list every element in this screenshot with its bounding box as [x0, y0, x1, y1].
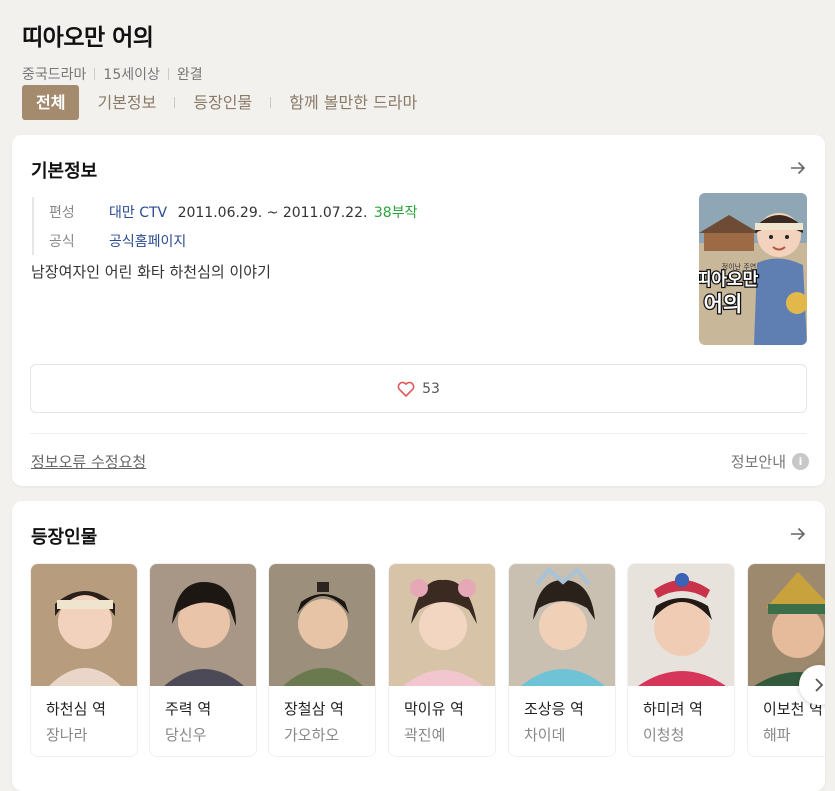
broadcast-value: 대만 CTV 2011.06.29. ~ 2011.07.22. 38부작 — [109, 202, 417, 222]
character-role: 주력 역 — [165, 700, 212, 718]
heart-icon — [397, 381, 415, 397]
arrow-right-icon[interactable] — [789, 159, 807, 177]
poster-text-main1: 띠아오만 — [699, 270, 759, 290]
character-role: 조상응 역 — [524, 700, 584, 718]
tab-characters[interactable]: 등장인물 — [187, 85, 258, 120]
character-role: 막이유 역 — [404, 700, 464, 718]
genre-text: 중국드라마 — [22, 67, 87, 83]
character-photo — [628, 564, 734, 686]
character-photo — [389, 564, 495, 686]
meta-separator — [94, 68, 96, 80]
tab-separator — [270, 97, 272, 108]
character-actor: 곽진예 — [404, 726, 446, 744]
character-card[interactable]: 이보천 역 해파 — [747, 563, 825, 757]
tab-separator — [174, 97, 176, 108]
character-photo — [509, 564, 615, 686]
poster-text-main2: 어의 — [704, 292, 743, 316]
page-title: 띠아오만 어의 — [22, 25, 154, 51]
characters-card: 등장인물 하천심 역 장나라 주력 역 당신우 장철삼 역 가오하오 막이유 역… — [12, 501, 825, 791]
character-actor: 이청청 — [643, 726, 685, 744]
meta-separator — [167, 68, 169, 80]
drama-poster[interactable]: 정이난 주연 띠아오만 어의 — [699, 193, 807, 345]
character-photo — [150, 564, 256, 686]
info-icon: i — [792, 453, 809, 470]
character-actor: 장나라 — [46, 726, 88, 744]
chevron-right-icon — [815, 678, 824, 692]
character-card[interactable]: 막이유 역 곽진예 — [388, 563, 496, 757]
character-card[interactable]: 하천심 역 장나라 — [30, 563, 138, 757]
character-card[interactable]: 주력 역 당신우 — [149, 563, 257, 757]
tab-all[interactable]: 전체 — [22, 85, 80, 120]
character-actor: 가오하오 — [284, 726, 340, 744]
arrow-right-icon[interactable] — [789, 525, 807, 543]
drama-description: 남장여자인 어린 화타 하천심의 이야기 — [31, 263, 271, 281]
character-card[interactable]: 하미려 역 이청청 — [627, 563, 735, 757]
characters-title: 등장인물 — [31, 527, 98, 548]
official-label: 공식 — [49, 233, 75, 250]
broadcast-row: 편성 대만 CTV 2011.06.29. ~ 2011.07.22. 38부작 — [49, 197, 417, 226]
character-actor: 차이데 — [524, 726, 566, 744]
channel-link[interactable]: 대만 CTV — [109, 205, 167, 221]
character-role: 하천심 역 — [46, 700, 106, 718]
report-error-link[interactable]: 정보오류 수정요청 — [31, 451, 146, 472]
status-text: 완결 — [176, 67, 203, 83]
episode-count: 38부작 — [373, 204, 418, 221]
character-list: 하천심 역 장나라 주력 역 당신우 장철삼 역 가오하오 막이유 역 곽진예 … — [30, 563, 825, 759]
character-photo — [269, 564, 375, 686]
character-role: 하미려 역 — [643, 700, 703, 718]
character-card[interactable]: 장철삼 역 가오하오 — [268, 563, 376, 757]
info-guide-label: 정보안내 — [730, 453, 786, 471]
rating-text: 15세이상 — [103, 67, 160, 83]
character-card[interactable]: 조상응 역 차이데 — [508, 563, 616, 757]
divider — [30, 433, 807, 434]
broadcast-period: 2011.06.29. ~ 2011.07.22. — [177, 204, 368, 221]
info-guide-button[interactable]: 정보안내 i — [731, 451, 809, 472]
broadcast-label: 편성 — [49, 204, 75, 221]
tab-basic-info[interactable]: 기본정보 — [91, 85, 162, 120]
character-actor: 해파 — [763, 726, 791, 744]
like-button[interactable]: 53 — [30, 364, 807, 413]
official-homepage-link[interactable]: 공식홈페이지 — [109, 231, 186, 251]
drama-meta: 중국드라마 15세이상 완결 — [22, 64, 835, 84]
basic-info-card: 기본정보 편성 대만 CTV 2011.06.29. ~ 2011.07.22.… — [12, 135, 825, 486]
character-actor: 당신우 — [165, 726, 207, 744]
character-photo — [31, 564, 137, 686]
character-role: 장철삼 역 — [284, 700, 344, 718]
tab-bar: 전체 기본정보 등장인물 함께 볼만한 드라마 — [22, 85, 423, 120]
official-row: 공식 공식홈페이지 — [49, 226, 417, 255]
drama-header: 띠아오만 어의 중국드라마 15세이상 완결 — [22, 18, 835, 84]
info-table: 편성 대만 CTV 2011.06.29. ~ 2011.07.22. 38부작… — [32, 197, 417, 255]
like-count: 53 — [422, 380, 440, 397]
tab-recommended-dramas[interactable]: 함께 볼만한 드라마 — [283, 85, 423, 120]
basic-info-title: 기본정보 — [31, 161, 98, 182]
